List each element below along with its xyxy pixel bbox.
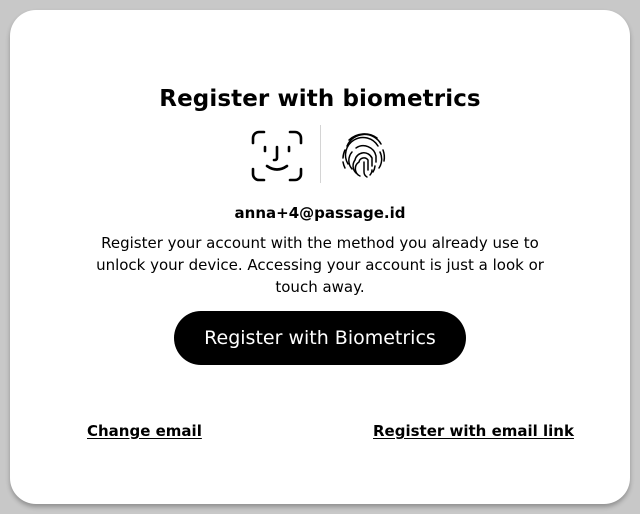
user-email: anna+4@passage.id: [234, 204, 406, 222]
icon-divider: [320, 125, 321, 183]
biometric-icons-row: [0, 125, 640, 185]
description-text: Register your account with the method yo…: [96, 234, 544, 296]
register-with-biometrics-button[interactable]: Register with Biometrics: [174, 311, 466, 365]
change-email-link[interactable]: Change email: [87, 422, 202, 440]
dialog-title: Register with biometrics: [159, 86, 481, 112]
register-with-email-link[interactable]: Register with email link: [373, 422, 574, 440]
fingerprint-icon: [342, 133, 386, 178]
face-id-icon: [251, 130, 303, 182]
